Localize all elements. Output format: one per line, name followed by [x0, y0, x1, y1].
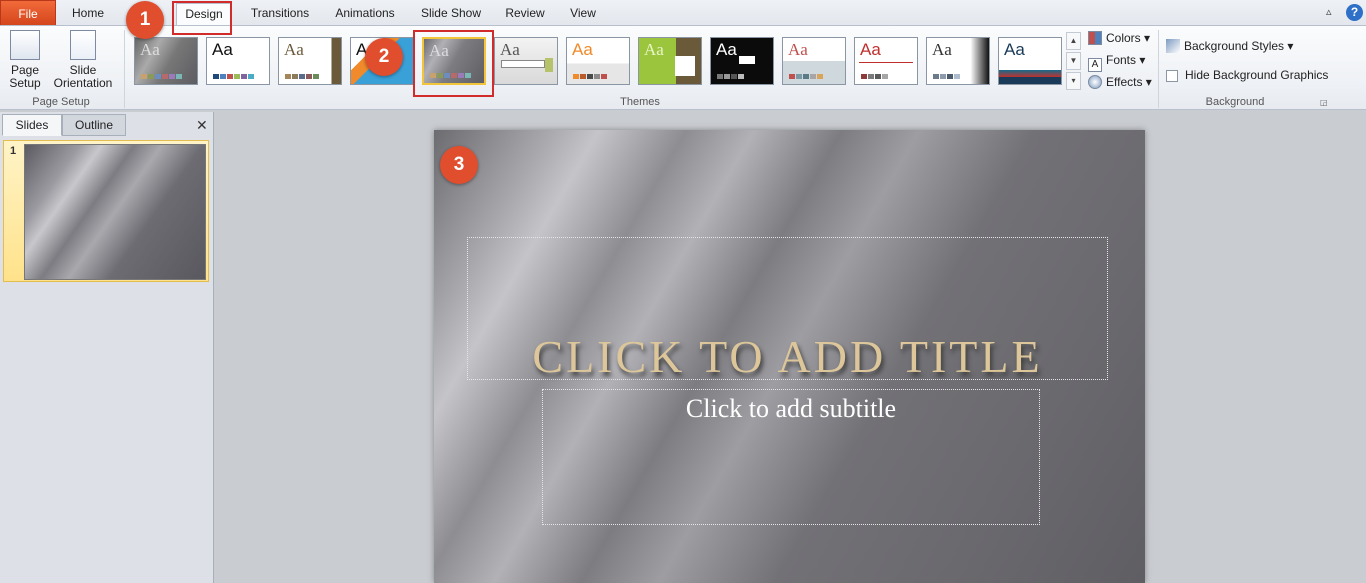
dialog-launcher-icon[interactable]: ◲: [1320, 98, 1328, 107]
theme-thumbnail[interactable]: Aa: [134, 37, 198, 85]
tab-slide-show[interactable]: Slide Show: [414, 3, 488, 26]
theme-thumbnail[interactable]: Aa: [926, 37, 990, 85]
theme-thumbnail[interactable]: Aa: [710, 37, 774, 85]
help-icon[interactable]: ?: [1346, 4, 1363, 21]
tab-animations[interactable]: Animations: [328, 3, 402, 26]
step-badge-3: 3: [440, 146, 478, 184]
theme-thumbnail[interactable]: Aa: [638, 37, 702, 85]
theme-thumbnail[interactable]: Aa: [206, 37, 270, 85]
slide-canvas: CLICK TO ADD TITLE Click to add subtitle: [434, 130, 1145, 583]
tab-home[interactable]: Home: [62, 3, 114, 26]
group-divider: [1158, 30, 1159, 108]
effects-button[interactable]: Effects ▾: [1088, 73, 1152, 91]
slide-orientation-button[interactable]: Slide Orientation: [46, 30, 120, 90]
theme-thumbnail[interactable]: Aa: [494, 37, 558, 85]
hide-background-graphics-checkbox[interactable]: Hide Background Graphics: [1166, 66, 1328, 84]
theme-thumbnail[interactable]: Aa: [566, 37, 630, 85]
colors-button[interactable]: Colors ▾: [1088, 29, 1150, 47]
fonts-icon: A: [1088, 58, 1102, 72]
design-tab-highlight: [172, 1, 232, 35]
tab-outline[interactable]: Outline: [62, 114, 126, 136]
page-setup-group-label: Page Setup: [32, 96, 90, 108]
ribbon-design: Page Setup Slide Orientation Page Setup …: [0, 25, 1366, 110]
themes-more-button[interactable]: ▾: [1066, 72, 1081, 90]
theme-highlight: [413, 30, 494, 97]
tab-view[interactable]: View: [562, 3, 604, 26]
tab-slides[interactable]: Slides: [2, 114, 62, 136]
slide-thumbnail[interactable]: [24, 144, 206, 280]
slide-number: 1: [10, 145, 17, 157]
background-group-label: Background: [1205, 96, 1265, 108]
group-divider: [124, 30, 125, 108]
slide-subtitle: Click to add subtitle: [685, 394, 897, 423]
background-styles-button[interactable]: Background Styles ▾: [1166, 37, 1293, 55]
slides-pane: Slides Outline ✕ 1: [0, 112, 214, 583]
paint-bucket-icon: [1166, 39, 1180, 53]
slide-title: CLICK TO ADD TITLE: [532, 331, 1043, 382]
checkbox-icon[interactable]: [1166, 70, 1178, 82]
fonts-button[interactable]: A Fonts ▾: [1088, 51, 1145, 72]
tab-review[interactable]: Review: [500, 3, 550, 26]
themes-scroll-up[interactable]: ▲: [1066, 32, 1081, 50]
close-icon[interactable]: ✕: [196, 117, 208, 134]
tab-file[interactable]: File: [0, 0, 56, 26]
slide-thumbnail-item[interactable]: 1: [3, 140, 209, 282]
slide-orientation-icon: [70, 30, 96, 60]
theme-thumbnail[interactable]: Aa: [854, 37, 918, 85]
tab-transitions[interactable]: Transitions: [244, 3, 316, 26]
effects-icon: [1088, 75, 1102, 89]
theme-thumbnail[interactable]: Aa: [782, 37, 846, 85]
themes-scroll-down[interactable]: ▼: [1066, 52, 1081, 70]
page-setup-icon: [10, 30, 40, 60]
page-setup-button[interactable]: Page Setup: [4, 30, 46, 90]
theme-thumbnail[interactable]: Aa: [998, 37, 1062, 85]
step-badge-1: 1: [126, 1, 164, 39]
title-placeholder[interactable]: CLICK TO ADD TITLE: [467, 237, 1108, 382]
step-badge-2: 2: [365, 38, 403, 76]
theme-thumbnail[interactable]: Aa: [278, 37, 342, 85]
subtitle-placeholder[interactable]: Click to add subtitle: [542, 389, 1040, 525]
colors-icon: [1088, 31, 1102, 45]
themes-group-label: Themes: [620, 96, 660, 108]
minimize-ribbon-icon[interactable]: ▵: [1326, 5, 1332, 18]
